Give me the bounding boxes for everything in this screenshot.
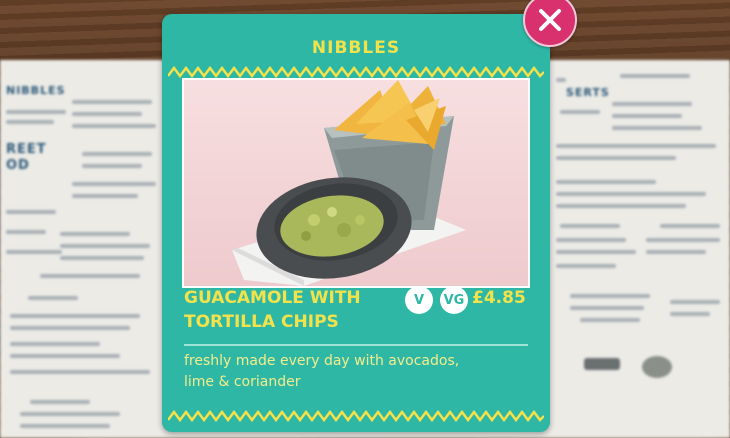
description-line-1: freshly made every day with avocados, (184, 353, 460, 369)
dish-illustration (232, 80, 466, 286)
bg-heading-desserts: SERTS (566, 86, 610, 99)
bg-heading-food: OD (6, 158, 30, 173)
close-button-circle[interactable] (523, 0, 577, 47)
close-button[interactable] (514, 0, 586, 48)
dish-name-line-1: GUACAMOLE WITH (184, 288, 361, 308)
close-icon[interactable] (537, 7, 563, 33)
menu-item-popup: NIBBLES GUACAMOLE WITH TORTILLA CHIPS V … (162, 14, 550, 432)
section-title: NIBBLES (311, 38, 401, 58)
description-line-2: lime & coriander (184, 374, 301, 390)
dish-name: GUACAMOLE WITH TORTILLA CHIPS (184, 286, 404, 334)
vegan-badge: VG (440, 286, 468, 314)
zigzag-divider-top (168, 66, 544, 78)
dish-description: freshly made every day with avocados, li… (184, 351, 534, 393)
zigzag-divider-bottom (168, 410, 544, 422)
vegetarian-badge: V (405, 286, 433, 314)
bg-heading-nibbles: NIBBLES (6, 84, 66, 97)
divider-line (184, 344, 528, 346)
bg-heading-street: REET (6, 142, 47, 157)
price: £4.85 (472, 288, 526, 308)
dish-photo (182, 78, 530, 288)
dish-name-line-2: TORTILLA CHIPS (184, 312, 339, 332)
